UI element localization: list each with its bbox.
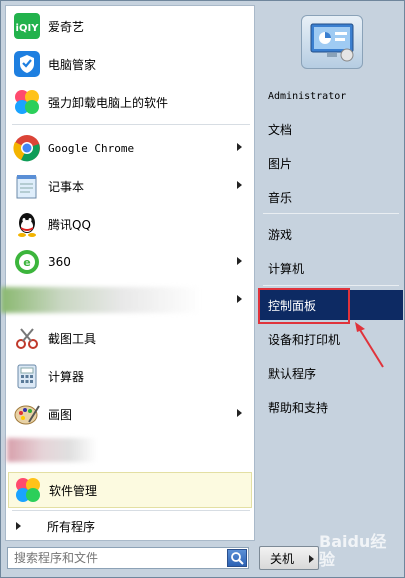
shutdown-button[interactable]: 关机 (259, 546, 319, 570)
link-pictures[interactable]: 图片 (259, 148, 403, 178)
notepad-icon (12, 171, 42, 201)
divider (12, 510, 250, 511)
divider (263, 285, 399, 286)
menu-item-snipping-tool[interactable]: 截图工具 (8, 320, 252, 356)
watermark: Baidu经验 (319, 532, 387, 569)
link-help-support[interactable]: 帮助和支持 (259, 392, 403, 422)
menu-item-google-chrome[interactable]: Google Chrome (8, 130, 252, 166)
expand-arrow-icon (16, 522, 21, 530)
menu-item-label: 画图 (48, 407, 73, 422)
user-name-link[interactable]: Administrator (259, 81, 403, 111)
paint-icon (12, 399, 42, 429)
places-panel: Administrator 文档 图片 音乐 游戏 计算机 控制面板 设备和打印… (259, 5, 403, 541)
menu-item-360[interactable]: e 360 (8, 244, 252, 280)
all-programs-button[interactable]: 所有程序 (8, 514, 252, 538)
link-music[interactable]: 音乐 (259, 182, 403, 212)
search-box[interactable] (7, 547, 249, 569)
snipping-tool-icon (12, 323, 42, 353)
shutdown-options-arrow-icon[interactable] (309, 555, 314, 563)
360-browser-icon: e (12, 247, 42, 277)
chrome-icon (12, 133, 42, 163)
menu-item-label: 爱奇艺 (48, 19, 85, 34)
blurred-region (1, 287, 201, 313)
menu-item-label: 软件管理 (49, 483, 98, 498)
divider (263, 213, 399, 214)
submenu-arrow-icon[interactable] (237, 257, 242, 265)
blurred-region (7, 438, 97, 462)
link-documents[interactable]: 文档 (259, 114, 403, 144)
shutdown-label: 关机 (270, 551, 295, 566)
search-input[interactable] (8, 549, 227, 567)
menu-item-label: 强力卸载电脑上的软件 (48, 95, 169, 110)
menu-item-paint[interactable]: 画图 (8, 396, 252, 432)
menu-item-label: 计算器 (48, 369, 85, 384)
menu-item-notepad[interactable]: 记事本 (8, 168, 252, 204)
calculator-icon (12, 361, 42, 391)
menu-item-iqiyi[interactable]: iQIY 爱奇艺 (8, 8, 252, 44)
menu-item-label: Google Chrome (48, 141, 135, 155)
submenu-arrow-icon[interactable] (237, 409, 242, 417)
svg-text:iQIY: iQIY (16, 23, 40, 34)
qq-icon (12, 209, 42, 239)
software-manager-icon (13, 475, 43, 505)
link-games[interactable]: 游戏 (259, 219, 403, 249)
highlight-box (258, 288, 350, 324)
uninstall-icon (12, 87, 42, 117)
menu-item-label: 360 (48, 255, 71, 269)
menu-item-label: 截图工具 (48, 331, 97, 346)
svg-text:e: e (23, 256, 30, 269)
search-icon[interactable] (227, 549, 247, 567)
menu-item-uninstall[interactable]: 强力卸载电脑上的软件 (8, 84, 252, 120)
iqiyi-icon: iQIY (12, 11, 42, 41)
menu-item-calculator[interactable]: 计算器 (8, 358, 252, 394)
menu-item-software-manager[interactable]: 软件管理 (8, 472, 252, 508)
start-menu: iQIY 爱奇艺 电脑管家 强力卸载电脑上的软件 Google Chrome 记… (0, 0, 405, 578)
divider (12, 124, 250, 125)
menu-item-pc-manager[interactable]: 电脑管家 (8, 46, 252, 82)
menu-item-qq[interactable]: 腾讯QQ (8, 206, 252, 242)
submenu-arrow-icon[interactable] (237, 181, 242, 189)
submenu-arrow-icon[interactable] (237, 143, 242, 151)
pc-manager-icon (12, 49, 42, 79)
annotation-arrow-icon (355, 322, 384, 368)
submenu-arrow-icon[interactable] (237, 295, 242, 303)
link-computer[interactable]: 计算机 (259, 253, 403, 283)
menu-item-label: 腾讯QQ (48, 217, 91, 232)
menu-item-label: 记事本 (48, 179, 85, 194)
menu-item-label: 电脑管家 (48, 57, 97, 72)
all-programs-label: 所有程序 (47, 519, 96, 534)
